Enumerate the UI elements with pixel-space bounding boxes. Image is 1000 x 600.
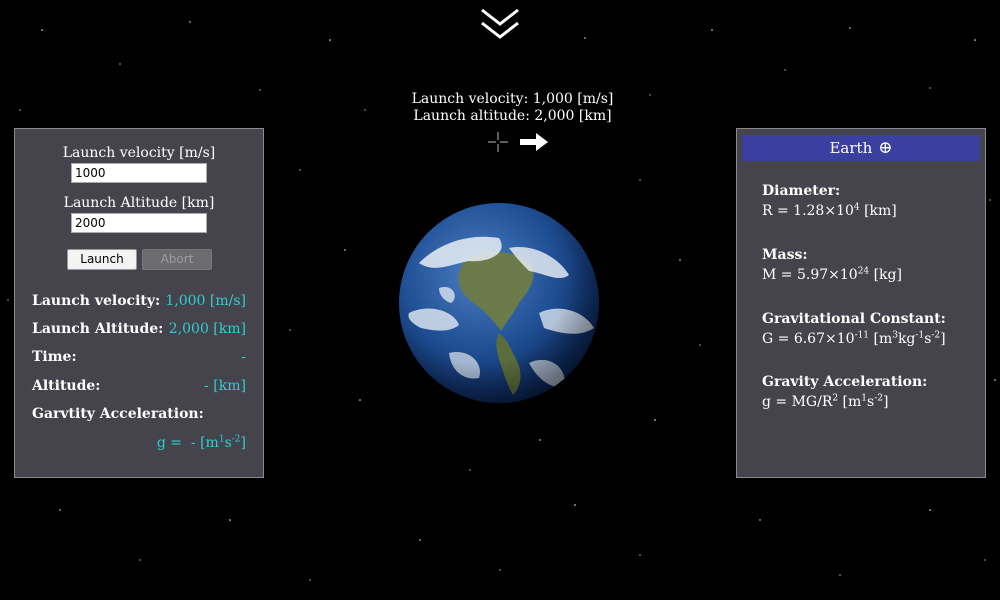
launch-control-panel: Launch velocity [m/s] Launch Altitude [k… [14,128,264,478]
stat-gravity-label-row: Garvtity Acceleration: [32,406,246,422]
earth-symbol-icon: ⊕ [878,138,893,158]
planet-name: Earth [829,139,873,157]
stat-label: Altitude: [32,378,101,394]
hud-icons [488,132,548,152]
altitude-input[interactable] [71,213,207,233]
stat-time: Time: - [32,349,246,365]
prop-gravitational-constant: Gravitational Constant: G = 6.67×10-11 [… [762,309,972,349]
stat-launch-altitude: Launch Altitude: 2,000 [km] [32,321,246,337]
prop-title: Diameter: [762,183,841,199]
gravity-close: ] [240,435,246,451]
abort-button[interactable]: Abort [142,249,212,270]
hud-velocity-text: Launch velocity: 1,000 [m/s] [411,91,614,107]
arrow-right-icon [520,133,548,151]
gravity-unit2: s [224,435,232,451]
launch-button[interactable]: Launch [67,249,137,270]
velocity-input-label: Launch velocity [m/s] [62,145,216,161]
earth-globe [399,203,599,403]
prop-title: Gravity Acceleration: [762,374,928,390]
stat-value: 2,000 [km] [168,321,246,337]
stat-label: Garvtity Acceleration: [32,406,204,422]
stat-value: - [241,349,246,365]
gravity-prefix: g = [156,435,182,451]
stat-label: Launch Altitude: [32,321,164,337]
stat-launch-velocity: Launch velocity: 1,000 [m/s] [32,293,246,309]
prop-title: Gravitational Constant: [762,311,946,327]
gravity-exp2: -2 [231,434,241,445]
gravity-formula: g = - [m1s-2] [157,435,246,451]
stat-label: Time: [32,349,77,365]
prop-mass: Mass: M = 5.97×1024 [kg] [762,245,972,285]
planet-info-panel: Earth ⊕ Diameter: R = 1.28×104 [km] Mass:… [736,128,986,478]
prop-value: M = 5.97×1024 [kg] [762,266,902,283]
stat-label: Launch velocity: [32,293,161,309]
prop-value: R = 1.28×104 [km] [762,202,897,219]
altitude-input-label: Launch Altitude [km] [63,195,215,211]
gravity-value: - [m [190,435,219,451]
hud-altitude-text: Launch altitude: 2,000 [km] [413,108,612,124]
velocity-input[interactable] [71,163,207,183]
launch-readout: Launch velocity: 1,000 [m/s] Launch alti… [410,91,615,125]
prop-value: G = 6.67×10-11 [m3kg-1s-2] [762,330,946,347]
prop-gravity-acceleration: Gravity Acceleration: g = MG/R2 [m1s-2] [762,372,972,412]
chevron-double-down-icon[interactable] [480,8,520,42]
prop-value: g = MG/R2 [m1s-2] [762,393,889,410]
stat-value: - [km] [204,378,246,394]
planet-header: Earth ⊕ [742,135,980,161]
crosshair-icon [488,132,508,152]
prop-diameter: Diameter: R = 1.28×104 [km] [762,181,972,221]
stat-altitude: Altitude: - [km] [32,378,246,394]
prop-title: Mass: [762,247,808,263]
stat-value: 1,000 [m/s] [165,293,246,309]
